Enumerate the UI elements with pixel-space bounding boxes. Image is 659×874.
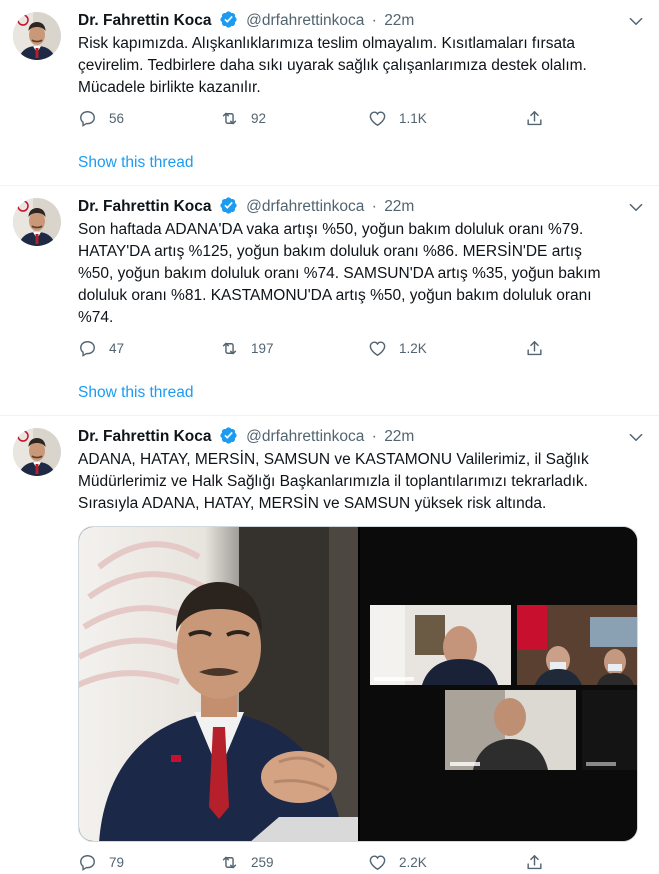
- heart-icon: [368, 339, 387, 358]
- author-handle[interactable]: @drfahrettinkoca: [246, 198, 364, 215]
- author-name[interactable]: Dr. Fahrettin Koca: [78, 198, 212, 215]
- share-icon: [525, 853, 544, 872]
- tweet-text-line: çevirelim. Tedbirlere daha sıkı uyarak s…: [78, 57, 587, 74]
- tweet-text-line: HATAY'DA artış %125, yoğun bakım doluluk…: [78, 243, 582, 260]
- like-button[interactable]: 2.2K: [368, 851, 427, 873]
- retweet-count: 197: [251, 340, 274, 356]
- reply-count: 79: [109, 854, 125, 870]
- retweet-button[interactable]: 259: [220, 851, 274, 873]
- chevron-down-icon[interactable]: [627, 198, 645, 216]
- verified-badge-icon: [219, 196, 238, 215]
- chevron-down-icon[interactable]: [627, 428, 645, 446]
- avatar[interactable]: [13, 198, 61, 246]
- tweet-actions: 47 197 1.2K: [78, 337, 558, 359]
- tweet-header: Dr. Fahrettin Koca @drfahrettinkoca · 22…: [78, 10, 645, 32]
- tweet[interactable]: Dr. Fahrettin Koca @drfahrettinkoca · 22…: [0, 186, 659, 416]
- tweet-text-line: Son haftada ADANA'DA vaka artışı %50, yo…: [78, 221, 584, 238]
- tweet-actions: 56 92 1.1K: [78, 107, 558, 129]
- photo-minister-illustration: [79, 527, 358, 841]
- avatar[interactable]: [13, 12, 61, 60]
- tweet-header: Dr. Fahrettin Koca @drfahrettinkoca · 22…: [78, 426, 645, 448]
- tweet-text-line: %74.: [78, 309, 114, 326]
- author-handle[interactable]: @drfahrettinkoca: [246, 12, 364, 29]
- tweet-text-line: Risk kapımızda. Alışkanlıklarımıza tesli…: [78, 35, 575, 52]
- tweet-text-line: doluluk oranı %81. KASTAMONU'DA artış %5…: [78, 287, 592, 304]
- like-count: 1.2K: [399, 340, 427, 356]
- retweet-icon: [220, 853, 239, 872]
- reply-button[interactable]: 47: [78, 337, 124, 359]
- share-button[interactable]: [525, 337, 544, 359]
- like-button[interactable]: 1.1K: [368, 107, 427, 129]
- share-button[interactable]: [525, 851, 544, 873]
- tweet[interactable]: Dr. Fahrettin Koca @drfahrettinkoca · 22…: [0, 0, 659, 186]
- retweet-count: 92: [251, 110, 267, 126]
- tweet-text-line: Mücadele birlikte kazanılır.: [78, 79, 261, 96]
- verified-badge-icon: [219, 426, 238, 445]
- reply-button[interactable]: 56: [78, 107, 124, 129]
- timestamp[interactable]: 22m: [384, 198, 414, 215]
- author-name[interactable]: Dr. Fahrettin Koca: [78, 428, 212, 445]
- reply-icon: [78, 853, 97, 872]
- tweet-header: Dr. Fahrettin Koca @drfahrettinkoca · 22…: [78, 196, 645, 218]
- tweet-text-line: ADANA, HATAY, MERSİN, SAMSUN ve KASTAMON…: [78, 451, 589, 468]
- tweet-actions: 79 259 2.2K: [78, 851, 558, 873]
- reply-icon: [78, 109, 97, 128]
- tweet-text-line: Sırasıyla ADANA, HATAY, MERSİN ve SAMSUN…: [78, 495, 547, 512]
- reply-count: 47: [109, 340, 125, 356]
- show-thread-link[interactable]: Show this thread: [78, 152, 193, 174]
- retweet-icon: [220, 339, 239, 358]
- tweet-media[interactable]: [78, 526, 638, 842]
- tweet-text: Risk kapımızda. Alışkanlıklarımıza tesli…: [78, 33, 638, 99]
- timestamp[interactable]: 22m: [384, 428, 414, 445]
- reply-count: 56: [109, 110, 125, 126]
- avatar[interactable]: [13, 428, 61, 476]
- author-name[interactable]: Dr. Fahrettin Koca: [78, 12, 212, 29]
- share-icon: [525, 109, 544, 128]
- like-count: 2.2K: [399, 854, 427, 870]
- retweet-icon: [220, 109, 239, 128]
- chevron-down-icon[interactable]: [627, 12, 645, 30]
- reply-icon: [78, 339, 97, 358]
- retweet-count: 259: [251, 854, 274, 870]
- timestamp[interactable]: 22m: [384, 12, 414, 29]
- like-count: 1.1K: [399, 110, 427, 126]
- show-thread-link[interactable]: Show this thread: [78, 382, 193, 404]
- heart-icon: [368, 109, 387, 128]
- tweet-text: ADANA, HATAY, MERSİN, SAMSUN ve KASTAMON…: [78, 449, 638, 515]
- share-icon: [525, 339, 544, 358]
- media-photo-minister[interactable]: [79, 527, 358, 841]
- share-button[interactable]: [525, 107, 544, 129]
- verified-badge-icon: [219, 10, 238, 29]
- tweet-text-line: %50, yoğun bakım doluluk oranı %74. SAMS…: [78, 265, 601, 282]
- separator-dot: ·: [371, 198, 377, 215]
- reply-button[interactable]: 79: [78, 851, 124, 873]
- retweet-button[interactable]: 197: [220, 337, 274, 359]
- separator-dot: ·: [371, 12, 377, 29]
- heart-icon: [368, 853, 387, 872]
- media-photo-videoconference[interactable]: [360, 527, 637, 841]
- retweet-button[interactable]: 92: [220, 107, 266, 129]
- like-button[interactable]: 1.2K: [368, 337, 427, 359]
- photo-videoconference-illustration: [370, 605, 637, 770]
- tweet-text-line: Müdürlerimiz ve Halk Sağlığı Başkanlarım…: [78, 473, 588, 490]
- author-handle[interactable]: @drfahrettinkoca: [246, 428, 364, 445]
- tweet-text: Son haftada ADANA'DA vaka artışı %50, yo…: [78, 219, 638, 329]
- separator-dot: ·: [371, 428, 377, 445]
